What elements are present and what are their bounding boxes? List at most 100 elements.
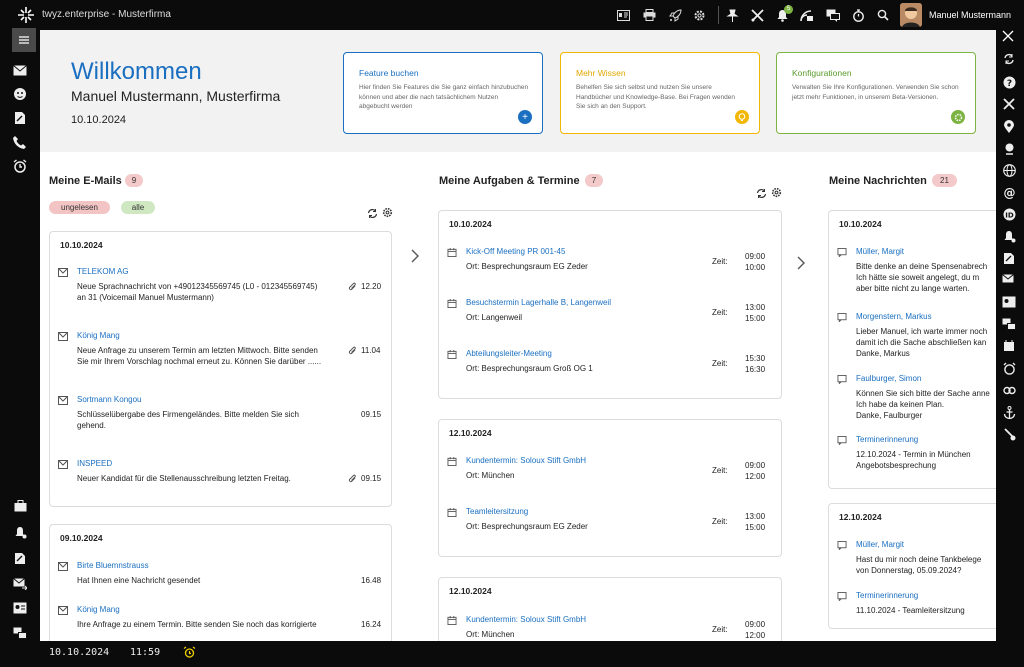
card-title: Konfigurationen — [792, 68, 852, 78]
briefcase-icon[interactable] — [12, 498, 28, 514]
task-end: 16:30 — [745, 365, 766, 374]
time-label: Zeit: — [712, 625, 728, 634]
task-start: 15:30 — [745, 354, 766, 363]
settings-icon[interactable] — [381, 206, 393, 218]
print-icon[interactable] — [642, 8, 656, 22]
contacts-icon[interactable] — [12, 86, 28, 102]
anchor-icon[interactable] — [1002, 405, 1016, 419]
menu-button[interactable] — [12, 28, 36, 52]
time-label: Zeit: — [712, 257, 728, 266]
chat-icon[interactable] — [826, 8, 840, 22]
time-label: Zeit: — [712, 466, 728, 475]
stopwatch-icon[interactable] — [851, 8, 865, 22]
mail-forward-icon[interactable] — [1002, 273, 1016, 287]
card-konfigurationen[interactable]: Konfigurationen Verwalten Sie Ihre Konfi… — [776, 52, 976, 134]
tools-icon[interactable] — [1002, 97, 1016, 111]
card-title: Feature buchen — [359, 68, 419, 78]
time-label: Zeit: — [712, 359, 728, 368]
link-icon[interactable] — [1002, 383, 1016, 397]
refresh-icon[interactable] — [755, 187, 767, 199]
transfer-icon[interactable] — [1002, 317, 1016, 331]
task-start: 09:00 — [745, 620, 766, 629]
email-sender: Sortmann Kongou — [77, 395, 142, 404]
task-title: Besuchstermin Lagerhalle B, Langenweil — [466, 298, 611, 307]
task-start: 09:00 — [745, 252, 766, 261]
message-preview: Bitte denke an deine Spensenabrech Ich hä… — [856, 262, 988, 293]
mail-forward-icon[interactable] — [12, 576, 28, 592]
avatar[interactable] — [900, 3, 922, 27]
page-title: Willkommen — [71, 58, 202, 85]
support-icon[interactable] — [1002, 141, 1016, 155]
svg-text:@: @ — [1003, 186, 1015, 199]
emails-title: Meine E-Mails — [49, 175, 122, 187]
lightbulb-icon[interactable] — [735, 110, 749, 124]
alarm-alert-icon[interactable] — [183, 646, 196, 659]
chevron-right-icon[interactable] — [796, 256, 806, 270]
gear-icon[interactable] — [692, 8, 706, 22]
globe-icon[interactable] — [1002, 163, 1016, 177]
bell-settings-icon[interactable] — [1002, 229, 1016, 243]
card-title: Mehr Wissen — [576, 68, 626, 78]
message-group: 12.10.2024 Müller, Margit Hast du mir no… — [828, 503, 996, 629]
phone-icon[interactable] — [12, 134, 28, 150]
task-end: 12:00 — [745, 472, 766, 481]
refresh-icon[interactable] — [366, 207, 378, 219]
chat-bubble-icon — [837, 313, 847, 322]
refresh-link-icon[interactable] — [1002, 52, 1016, 66]
document-icon[interactable] — [12, 110, 28, 126]
rocket-icon[interactable] — [668, 8, 682, 22]
filter-unread-chip[interactable]: ungelesen — [49, 201, 110, 214]
mail-icon[interactable] — [12, 62, 28, 78]
pin-icon[interactable] — [725, 8, 739, 22]
email-time: 16.24 — [361, 620, 382, 629]
group-date: 10.10.2024 — [60, 240, 103, 250]
settings-icon[interactable] — [770, 186, 782, 198]
id-badge-icon[interactable] — [1002, 295, 1016, 309]
envelope-icon — [58, 396, 68, 405]
message-group: 10.10.2024 Müller, Margit Bitte denke an… — [828, 210, 996, 489]
gear-icon[interactable] — [951, 110, 965, 124]
edit-document-icon[interactable] — [12, 550, 28, 566]
filter-all-chip[interactable]: alle — [121, 201, 155, 214]
task-place: Ort: München — [466, 471, 515, 480]
envelope-icon — [58, 562, 68, 571]
message-preview: 12.10.2024 - Termin in München Angebotsbe… — [856, 450, 971, 470]
chevron-right-icon[interactable] — [410, 249, 420, 263]
card-text: Hier finden Sie Features die Sie ganz ei… — [359, 84, 529, 110]
help-icon[interactable]: ? — [1002, 75, 1016, 89]
app-logo-icon[interactable] — [18, 7, 34, 23]
user-name[interactable]: Manuel Mustermann — [929, 10, 1011, 20]
card-feature-buchen[interactable]: Feature buchen Hier finden Sie Features … — [343, 52, 543, 134]
message-sender: Faulburger, Simon — [856, 374, 922, 383]
alarm-icon[interactable] — [1002, 361, 1016, 375]
id-card-icon[interactable] — [616, 8, 630, 22]
email-time: 09.15 — [361, 410, 382, 419]
edit-document-icon[interactable] — [1002, 251, 1016, 265]
task-title: Abteilungsleiter-Meeting — [466, 349, 552, 358]
transfer-icon[interactable] — [12, 625, 28, 641]
hamburger-icon — [19, 36, 29, 44]
add-icon[interactable]: + — [518, 110, 532, 124]
dashboard-main: Willkommen Manuel Mustermann, Musterfirm… — [40, 30, 996, 641]
chat-bubble-icon — [837, 592, 847, 601]
alarm-icon[interactable] — [12, 158, 28, 174]
card-mehr-wissen[interactable]: Mehr Wissen Behelfen Sie sich selbst und… — [560, 52, 760, 134]
group-date: 12.10.2024 — [839, 512, 882, 522]
location-pin-icon[interactable] — [1002, 119, 1016, 133]
id-badge-icon[interactable] — [12, 600, 28, 616]
task-end: 15:00 — [745, 314, 766, 323]
message-preview: Hast du mir noch deine Tankbelege von Don… — [856, 555, 982, 575]
contact-card-icon[interactable] — [1002, 339, 1016, 353]
message-sender: Morgenstern, Markus — [856, 312, 932, 321]
calendar-icon — [447, 350, 457, 359]
settings-tools-icon[interactable] — [1002, 427, 1016, 441]
tools-icon[interactable] — [750, 8, 764, 22]
bell-settings-icon[interactable] — [12, 524, 28, 540]
search-icon[interactable] — [876, 8, 890, 22]
messages-icon[interactable] — [800, 8, 814, 22]
welcome-subtitle: Manuel Mustermann, Musterfirma — [71, 88, 281, 104]
close-icon[interactable] — [1000, 28, 1016, 44]
attachment-icon — [348, 282, 356, 291]
at-icon[interactable]: @ — [1002, 185, 1016, 199]
id-icon[interactable]: ID — [1002, 207, 1016, 221]
